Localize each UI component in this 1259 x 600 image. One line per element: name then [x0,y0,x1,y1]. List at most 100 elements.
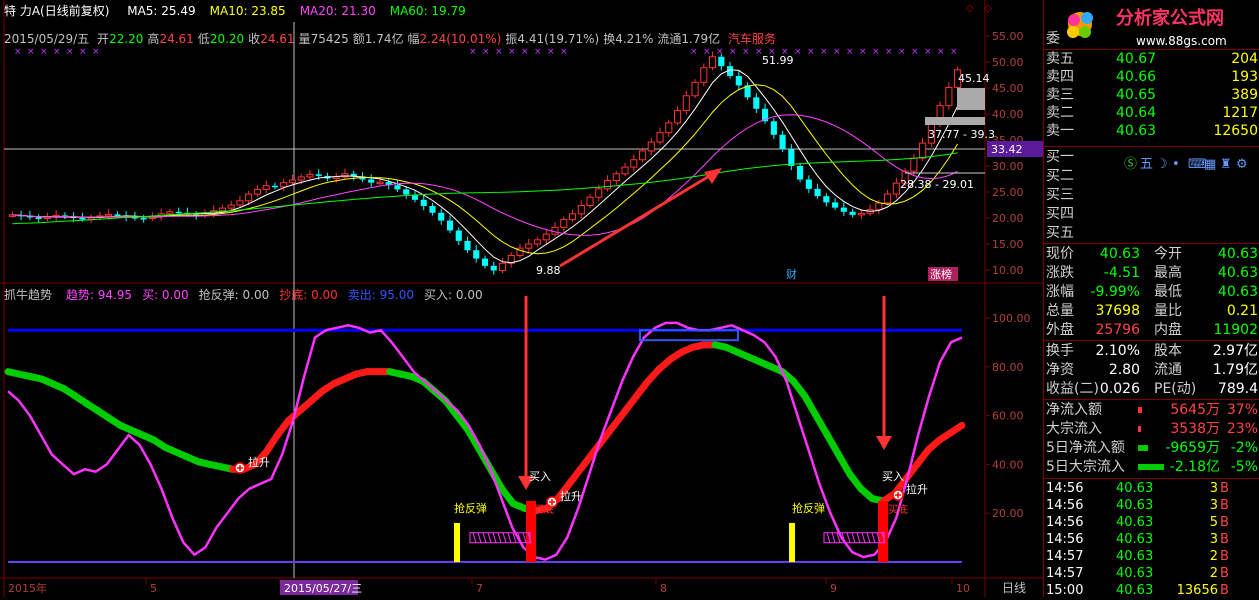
stat-value: 2.97亿 [1212,343,1258,359]
minimize-icon[interactable]: ◇ [966,4,976,14]
info-value: 2.24(10.01%) [419,32,502,46]
info-item: 开22.20 [97,32,143,46]
candle-up [665,122,673,134]
tick-volume: 3 [1209,532,1218,547]
candle-up [656,132,664,143]
signal-x-marker: × [872,47,880,57]
indicator-values: 趋势: 94.95 买: 0.00 抢反弹: 0.00 抄底: 0.00 卖出: 95.… [56,288,483,302]
price-tick-label: 30.00 [992,160,1024,173]
info-item: 振4.41(19.71%) [505,32,599,46]
level-box [957,88,985,110]
info-label: 收 [248,32,261,46]
signal-x-marker: × [92,47,100,57]
candle-up [533,239,542,245]
dot-icon[interactable]: • [1172,156,1180,174]
logo-name: 分析家公式网 [1116,8,1224,29]
candle-down [788,149,795,166]
maximize-icon[interactable]: ◇ [984,4,994,14]
tick-price: 40.63 [1116,481,1154,496]
candle-down [429,206,436,213]
flow-value: -9659万 [1165,440,1220,456]
ma-value: MA10: 23.85 [209,4,286,18]
candle-down [490,265,497,271]
tick-price: 40.63 [1116,583,1154,598]
tick-row: 15:00 40.63 13656 B [1044,582,1259,600]
ask-label: 卖一 [1046,123,1074,139]
candle-up [630,159,638,168]
shirt-icon[interactable]: ♜ [1220,156,1232,174]
rebound-hatch [866,532,871,543]
tick-row: 14:56 40.63 5 B [1044,514,1259,532]
indicator-value: 买入: 0.00 [424,288,483,302]
candle-up [245,193,253,202]
signal-x-marker: × [846,47,854,57]
tick-volume: 3 [1209,481,1218,496]
gear-icon[interactable]: ⚙ [1236,156,1248,174]
signal-x-marker: × [53,47,61,57]
candle-up [612,173,620,182]
ask-volume: 12650 [1213,123,1258,139]
quote-row: 总量 37698 量比 0.21 [1044,302,1259,320]
quote-row: 外盘 25796 内盘 11902 [1044,321,1259,339]
flow-percent: 23% [1226,421,1258,437]
quote-label: 现价 [1046,246,1074,262]
stat-row: 换手 2.10% 股本 2.97亿 [1044,342,1259,360]
ask-label: 卖五 [1046,51,1074,67]
info-value: 20.20 [209,32,245,46]
price-tick-label: 20.00 [992,212,1024,225]
info-value: 22.20 [109,32,144,46]
grid-icon[interactable]: ▦ [1204,156,1216,174]
signal-x-marker: × [911,47,919,57]
signal-x-marker: × [469,47,477,57]
panel-separator [1044,243,1259,244]
ask-price: 40.67 [1116,51,1157,67]
candle-down [753,97,760,109]
info-item: 幅2.24(10.01%) [408,32,502,46]
signal-x-marker: × [885,47,893,57]
period-label[interactable]: 日线 [1002,581,1026,595]
stat-value: 2.10% [1095,343,1140,359]
signal-x-marker: × [482,47,490,57]
candle-down [805,179,812,189]
tick-time: 14:56 [1046,532,1084,547]
candle-up [910,157,918,172]
candle-up [498,262,507,272]
flow-bar [1138,407,1142,413]
info-label: 振 [505,32,518,46]
candle-up [638,150,647,161]
flow-value: -2.18亿 [1169,459,1220,475]
five-icon[interactable]: 五 [1140,156,1153,174]
stat-label: 净资 [1046,362,1074,378]
candle-down [481,258,489,266]
info-value: 24.61 [159,32,194,46]
indicator-tick-label: 40.00 [992,458,1024,471]
tick-side: B [1220,583,1229,598]
indicator-extra-label: 买底 [888,503,908,516]
rebound-hatch [487,532,492,543]
candle-up [253,188,262,195]
flow-bar [1138,426,1141,432]
info-value: 4.21% [615,32,654,46]
quote-value: 11902 [1213,322,1258,338]
candle-down [403,189,410,195]
rebound-hatch [861,532,866,543]
ask-volume: 389 [1231,87,1258,103]
signal-x-marker: × [14,47,22,57]
s-icon[interactable]: Ⓢ [1124,156,1137,174]
moon-icon[interactable]: ☽ [1156,156,1168,174]
info-item: 额1.74亿 [353,32,404,46]
ask-volume: 193 [1231,69,1258,85]
candle-down [315,174,322,176]
flow-value: 5645万 [1170,402,1220,418]
signal-x-marker: × [27,47,35,57]
flow-row: 5日大宗流入 -2.18亿 -5% [1044,458,1259,476]
info-item: 低20.20 [198,32,244,46]
crosshair-value: 33.42 [991,143,1023,156]
bid-row: 买五 [1044,224,1259,242]
xaxis-label: 5 [150,582,157,595]
ma20-line [12,114,958,236]
tick-volume: 13656 [1176,583,1218,598]
quote-row: 现价 40.63 今开 40.63 [1044,245,1259,263]
info-label: 换 [603,32,616,46]
info-value: 4.41(19.71%) [517,32,600,46]
